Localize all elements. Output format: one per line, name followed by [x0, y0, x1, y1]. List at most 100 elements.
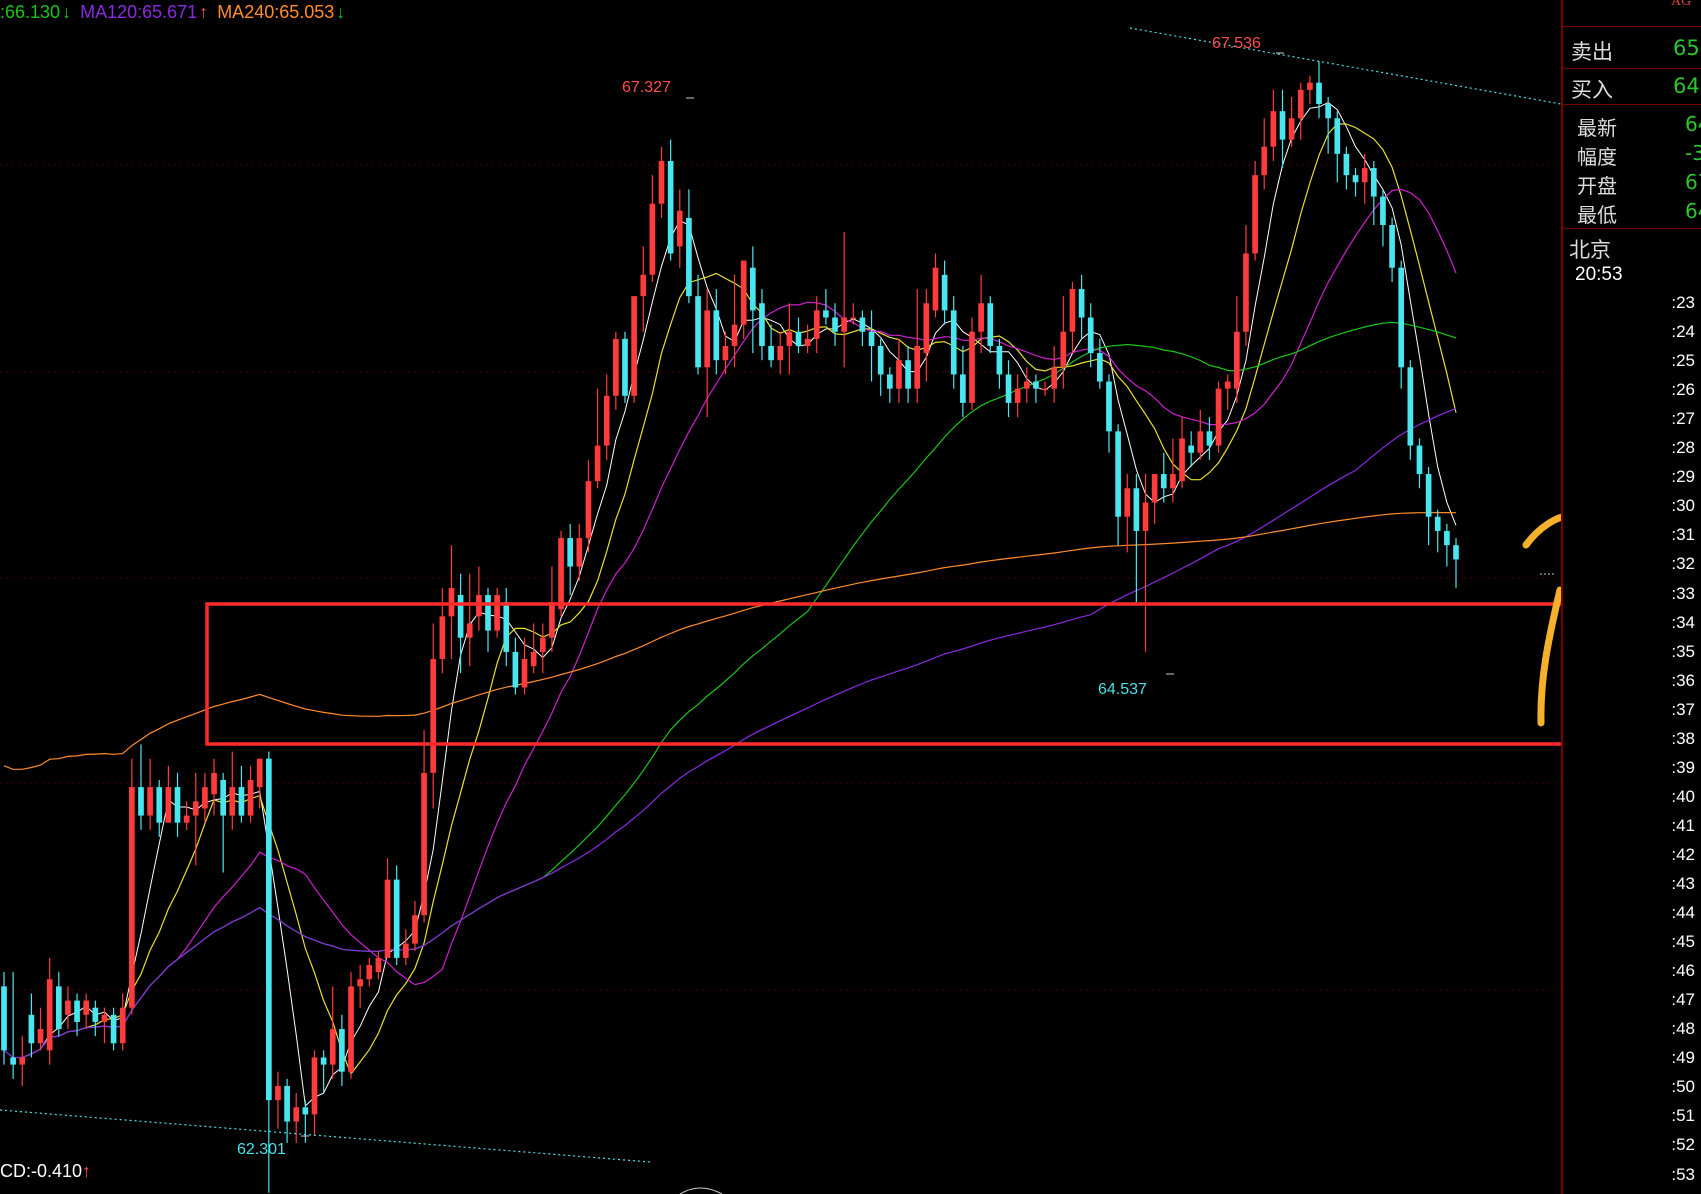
candle-body [129, 787, 135, 1008]
candle-body [1170, 474, 1176, 489]
candle-body [859, 317, 866, 332]
candle-body [1, 986, 7, 1051]
candle-body [1434, 516, 1441, 531]
time-list-item: :51 [1671, 1106, 1695, 1126]
candle-body [1252, 175, 1258, 254]
time-list-item: :27 [1671, 409, 1695, 429]
time-list-item: :24 [1671, 322, 1695, 342]
resistance-trendline [1129, 27, 1561, 105]
candle-body [731, 324, 738, 346]
candle-body [768, 345, 774, 361]
candle-body [1425, 474, 1432, 517]
ma240-indicator: MA240:65.053 ↓ [217, 2, 346, 22]
candle-body [1206, 431, 1213, 446]
candle-body [1215, 388, 1222, 446]
time-list-item: :33 [1671, 583, 1695, 603]
candle-body [1389, 225, 1395, 268]
candle-body [886, 374, 893, 389]
support-trendline [0, 1109, 651, 1163]
time-list-item: :32 [1671, 554, 1695, 574]
ma240-line [3, 511, 1457, 770]
time-list-item: :48 [1671, 1019, 1695, 1039]
annotation-arrow-head [1522, 513, 1561, 549]
macd-indicator: CD:-0.410↑ [0, 1161, 92, 1181]
candle-body [28, 1014, 35, 1044]
candle-body [558, 538, 564, 610]
candle-body [1014, 388, 1021, 403]
candle-body [156, 787, 163, 823]
candle-body [1224, 381, 1231, 389]
symbol-label: AG [1671, 0, 1692, 9]
time-list-item: :45 [1671, 932, 1695, 952]
candle-body [74, 1000, 80, 1022]
candle-body [896, 360, 902, 389]
candle-body [521, 659, 528, 688]
candle-body [402, 943, 409, 958]
candle-body [311, 1057, 318, 1115]
candle-body [1453, 545, 1459, 560]
candle-body [1124, 488, 1131, 517]
candle-body [1343, 153, 1350, 176]
candle-body [704, 310, 711, 368]
candle-body [101, 1014, 108, 1022]
candle-body [823, 310, 829, 318]
time-list-item: :36 [1671, 670, 1695, 690]
candle-body [1197, 431, 1204, 453]
candle-body [503, 602, 510, 652]
candle-body [950, 310, 957, 375]
latest-row: 最新 64. [1577, 112, 1701, 140]
candle-body [676, 210, 683, 247]
candle-body [1407, 367, 1414, 446]
candle-body [1270, 111, 1277, 147]
candle-body [640, 274, 647, 297]
candle-body [658, 160, 665, 204]
candle-body [539, 637, 546, 652]
candle-body [1069, 289, 1076, 332]
candle-body [37, 1029, 44, 1044]
candle-body [192, 801, 199, 816]
candle-body [549, 602, 555, 638]
candle-body [1307, 82, 1313, 90]
time-list-item: :26 [1671, 380, 1695, 400]
candle-body [1398, 267, 1405, 368]
candle-body [375, 957, 382, 973]
candle-body [722, 345, 729, 361]
buy-quote-row[interactable]: 买入 64.9 [1571, 74, 1701, 104]
time-list-item: :46 [1671, 961, 1695, 981]
annotation-arrow-shaft [1537, 586, 1561, 727]
candle-body [987, 303, 994, 346]
candle-body [174, 787, 181, 823]
candle-body [850, 317, 857, 319]
candle-body [1023, 381, 1030, 389]
candle-body [348, 986, 354, 1072]
candle-body [1042, 388, 1048, 391]
candle-body [740, 260, 747, 325]
candle-body [421, 772, 427, 916]
candle-body [494, 595, 500, 631]
candle-body [914, 345, 921, 389]
candle-body [960, 374, 966, 403]
time-list-item: :37 [1671, 699, 1695, 719]
candle-body [147, 787, 153, 816]
candle-body [1179, 438, 1185, 482]
sell-quote-row[interactable]: 卖出 65.0 [1571, 36, 1701, 66]
candle-body [576, 538, 583, 567]
candle-body [649, 203, 656, 275]
candle-body [1288, 118, 1295, 140]
time-list-item: :31 [1671, 525, 1695, 545]
time-list-item: :28 [1671, 438, 1695, 458]
cursor-remnant [679, 1187, 723, 1194]
candle-body [813, 310, 820, 339]
time-list-item: :29 [1671, 467, 1695, 487]
time-list-item: :50 [1671, 1077, 1695, 1097]
candle-body [1005, 374, 1012, 403]
candle-body [749, 267, 756, 311]
candle-body [841, 317, 847, 332]
candle-body [202, 787, 208, 809]
candle-body [265, 758, 272, 1101]
low-row: 最低 64. [1577, 199, 1701, 227]
candle-body [1142, 502, 1149, 531]
candle-body [1051, 367, 1058, 389]
candle-body [777, 345, 784, 361]
ma60-line [49, 321, 1457, 1038]
